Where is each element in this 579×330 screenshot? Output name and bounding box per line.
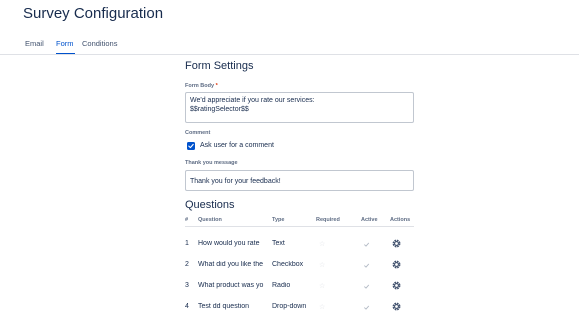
- questions-title: Questions: [185, 199, 235, 211]
- comment-label: Comment: [185, 130, 211, 136]
- thank-you-value: Thank you for your feedback!: [190, 178, 281, 185]
- tab-email[interactable]: Email: [25, 39, 44, 49]
- gear-icon[interactable]: [391, 259, 402, 270]
- thank-you-field[interactable]: Thank you for your feedback!: [185, 170, 414, 191]
- tab-divider: [0, 54, 579, 55]
- column-header-type: Type: [272, 217, 285, 223]
- table-header-divider: [185, 226, 414, 227]
- row-question[interactable]: What did you like the: [198, 261, 267, 268]
- row-question[interactable]: Test dd question: [198, 303, 267, 310]
- row-type: Checkbox: [272, 261, 304, 268]
- check-icon[interactable]: [363, 283, 370, 290]
- star-icon[interactable]: ☆: [319, 262, 325, 270]
- table-row: 2 What did you like the Checkbox ☆: [185, 255, 425, 278]
- row-number: 2: [185, 261, 189, 268]
- page-title: Survey Configuration: [23, 5, 164, 22]
- column-header-active: Active: [361, 217, 378, 223]
- row-number: 4: [185, 303, 189, 310]
- form-body-line-2: $$ratingSelector$$: [190, 106, 249, 113]
- tab-conditions[interactable]: Conditions: [82, 39, 117, 49]
- thank-you-label: Thank you message: [185, 160, 238, 166]
- row-type: Text: [272, 240, 285, 247]
- row-number: 3: [185, 282, 189, 289]
- row-type: Radio: [272, 282, 291, 289]
- row-question[interactable]: How would you rate: [198, 240, 267, 247]
- gear-icon[interactable]: [391, 238, 402, 249]
- table-row: 4 Test dd question Drop-down ☆: [185, 297, 425, 320]
- tab-form[interactable]: Form: [56, 39, 74, 49]
- star-icon[interactable]: ☆: [319, 241, 325, 249]
- column-header-number: #: [185, 217, 189, 223]
- table-row: 3 What product was yo Radio ☆: [185, 276, 425, 299]
- star-icon[interactable]: ☆: [319, 304, 325, 312]
- checkmark-icon: [188, 143, 194, 149]
- row-number: 1: [185, 240, 189, 247]
- form-body-label: Form Body *: [185, 83, 218, 89]
- required-marker: *: [215, 83, 218, 89]
- table-row: 1 How would you rate Text ☆: [185, 234, 425, 257]
- comment-checkbox-label: Ask user for a comment: [200, 142, 274, 149]
- form-body-line-1: We'd appreciate if you rate our services…: [190, 97, 315, 104]
- star-icon[interactable]: ☆: [319, 283, 325, 291]
- form-body-label-text: Form Body: [185, 83, 215, 89]
- gear-icon[interactable]: [391, 280, 402, 291]
- column-header-actions: Actions: [390, 217, 411, 223]
- check-icon[interactable]: [363, 304, 370, 311]
- check-icon[interactable]: [363, 262, 370, 269]
- row-question[interactable]: What product was yo: [198, 282, 267, 289]
- form-settings-title: Form Settings: [185, 60, 254, 72]
- comment-checkbox[interactable]: [187, 142, 195, 150]
- column-header-required: Required: [316, 217, 340, 223]
- gear-icon[interactable]: [391, 301, 402, 312]
- form-body-field[interactable]: We'd appreciate if you rate our services…: [185, 92, 414, 123]
- column-header-question: Question: [198, 217, 222, 223]
- check-icon[interactable]: [363, 241, 370, 248]
- row-type: Drop-down: [272, 303, 307, 310]
